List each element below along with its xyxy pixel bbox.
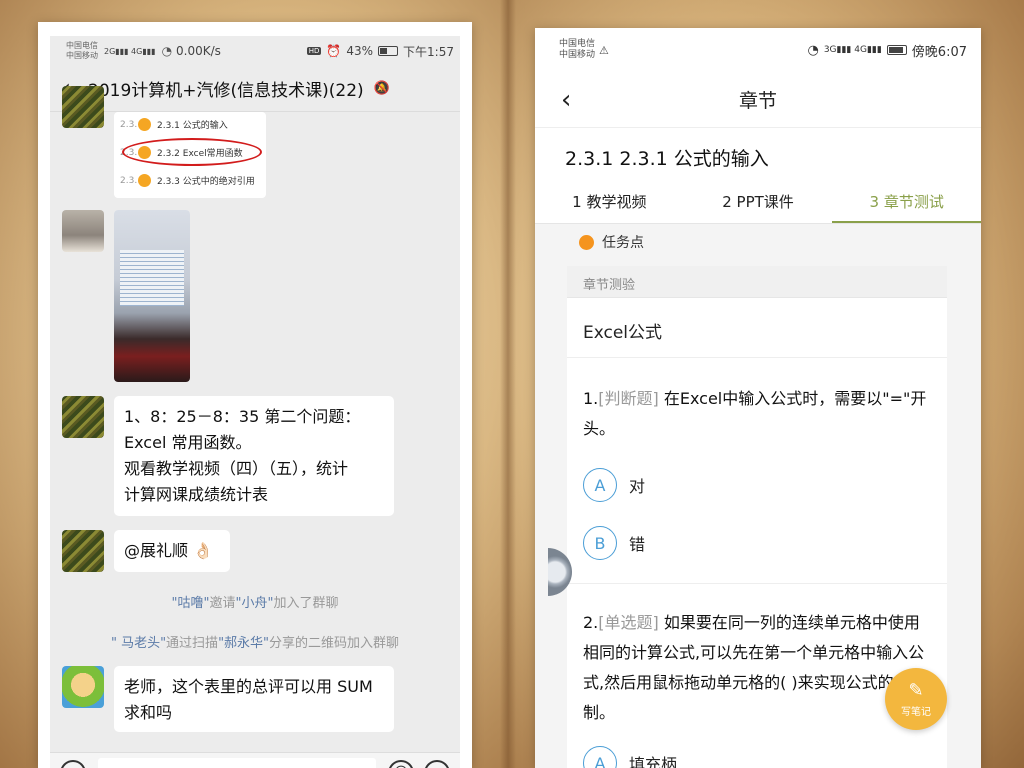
chat-header: ‹ 2019计算机+汽修(信息技术课)(22) 🔕 (50, 66, 460, 112)
voice-icon[interactable]: ◉ (60, 759, 86, 768)
shared-image-chapter-list[interactable]: 2.3. 2.3.1 公式的输入 2.3. 2.3.2 Excel常用函数 2.3.… (114, 112, 266, 198)
alarm-icon: ⏰ (326, 44, 342, 58)
list-item: 2.3. 2.3.1 公式的输入 (120, 118, 228, 131)
carrier-labels: 中国电信 中国移动 (66, 41, 104, 61)
option-letter[interactable]: A (583, 468, 617, 502)
option-text: 错 (629, 535, 646, 554)
message-bubble[interactable]: @展礼顺 👌🏻 (114, 530, 230, 572)
wifi-icon: ◔ (161, 44, 173, 58)
quiz-card-header: 章节测验 (567, 266, 947, 298)
battery-icon (886, 45, 907, 55)
section-title: 2.3.1 2.3.1 公式的输入 (565, 148, 769, 170)
shared-photo-screen[interactable] (114, 210, 190, 382)
carrier-1: 中国电信 (559, 39, 596, 49)
carrier-2: 中国移动 (559, 50, 596, 60)
avatar[interactable] (62, 396, 104, 438)
page-title: 章节 (738, 90, 777, 112)
option-a[interactable]: A 填充柄 (567, 734, 947, 768)
option-letter[interactable]: A (583, 746, 617, 768)
option-letter[interactable]: B (583, 526, 617, 560)
option-text: 填充柄 (629, 755, 678, 768)
tab-teaching-video[interactable]: 1 教学视频 (535, 184, 684, 223)
status-bar: 中国电信 中国移动 2G▮▮▮ 4G▮▮▮ ◔ 0.00K/s HD ⏰ 43%… (50, 36, 460, 66)
tab-bar: 1 教学视频 2 PPT课件 3 章节测试 (535, 184, 981, 224)
list-dot-icon (138, 174, 151, 187)
avatar[interactable] (62, 86, 104, 128)
wifi-icon: ◔ (807, 42, 819, 58)
message-bubble[interactable]: 老师，这个表里的总评可以用 SUM 求和吗 (114, 666, 394, 732)
avatar[interactable] (62, 666, 104, 708)
carrier-labels: 中国电信 中国移动 (559, 39, 595, 61)
right-phone-screenshot: 中国电信 中国移动 ⚠ ◔ 3G▮▮▮ 4G▮▮▮ 傍晚6:07 ‹ 章节 2.… (535, 28, 981, 768)
emoji-icon[interactable]: ☺ (388, 759, 414, 768)
status-bar: 中国电信 中国移动 ⚠ ◔ 3G▮▮▮ 4G▮▮▮ 傍晚6:07 (535, 28, 981, 72)
left-phone-screenshot: 中国电信 中国移动 2G▮▮▮ 4G▮▮▮ ◔ 0.00K/s HD ⏰ 43%… (38, 22, 472, 768)
signal-icon: 2G▮▮▮ 4G▮▮▮ (104, 46, 156, 56)
battery-percent: 43% (346, 44, 374, 58)
clock: 傍晚6:07 (911, 44, 967, 60)
task-point: 任务点 (535, 224, 981, 260)
edit-note-icon: ✎ (908, 679, 924, 701)
message-bubble[interactable]: 1、8：25－8：35 第二个问题： Excel 常用函数。 观看教学视频（四）… (114, 396, 394, 516)
tab-chapter-test[interactable]: 3 章节测试 (832, 184, 981, 223)
chat-screen: 中国电信 中国移动 2G▮▮▮ 4G▮▮▮ ◔ 0.00K/s HD ⏰ 43%… (50, 36, 460, 768)
message-list[interactable]: 2.3. 2.3.1 公式的输入 2.3. 2.3.2 Excel常用函数 2.3.… (50, 86, 460, 752)
hd-icon: HD (306, 47, 322, 55)
message-line: 计算网课成绩统计表 (124, 485, 269, 504)
message-line: 求和吗 (124, 703, 173, 722)
question-1: 1.[判断题] 在Excel中输入公式时，需要以"="开 头。 A 对 B 错 (567, 358, 947, 584)
message-line: 1、8：25－8：35 第二个问题： (124, 407, 361, 426)
back-arrow-icon[interactable]: ‹ (561, 85, 571, 115)
warning-icon: ⚠ (599, 43, 609, 57)
mute-bell-icon: 🔕 (373, 81, 390, 96)
page-header: ‹ 章节 (535, 72, 981, 128)
avatar[interactable] (62, 210, 104, 252)
write-note-button[interactable]: ✎ 写笔记 (885, 668, 947, 730)
clock: 下午1:57 (403, 44, 454, 59)
write-note-label: 写笔记 (901, 706, 931, 718)
list-item: 2.3. 2.3.3 公式中的绝对引用 (120, 174, 255, 187)
option-text: 对 (629, 477, 646, 496)
battery-icon (378, 46, 399, 56)
task-dot-icon (579, 234, 594, 250)
option-a[interactable]: A 对 (567, 456, 947, 514)
signal-icon: 3G▮▮▮ 4G▮▮▮ (823, 45, 882, 55)
carrier-1: 中国电信 (66, 41, 98, 50)
system-message: "咕噜"邀请"小舟"加入了群聊 (171, 596, 339, 611)
book-spine (500, 0, 516, 768)
message-line: Excel 常用函数。 (124, 433, 252, 452)
question-2: 2.[单选题] 如果要在同一列的连续单元格中使用 相同的计算公式,可以先在第一个… (567, 584, 947, 768)
quiz-title: Excel公式 (567, 298, 947, 358)
spreadsheet-in-photo (120, 250, 184, 306)
chat-input-bar: ◉ ☺ + (50, 752, 460, 768)
avatar[interactable] (62, 530, 104, 572)
task-label: 任务点 (602, 235, 644, 251)
option-b[interactable]: B 错 (567, 514, 947, 572)
message-input[interactable] (98, 757, 376, 768)
list-dot-icon (138, 118, 151, 131)
message-line: 观看教学视频（四）（五），统计 (124, 459, 349, 478)
network-speed: 0.00K/s (176, 44, 221, 58)
carrier-2: 中国移动 (66, 51, 98, 60)
group-title: 2019计算机+汽修(信息技术课)(22) (88, 81, 364, 101)
message-text: @展礼顺 👌🏻 (124, 541, 214, 560)
system-message: " 马老头"通过扫描"郝永华"分享的二维码加入群聊 (110, 636, 400, 651)
plus-icon[interactable]: + (424, 759, 450, 768)
tab-ppt-courseware[interactable]: 2 PPT课件 (684, 184, 833, 223)
message-line: 老师，这个表里的总评可以用 SUM (124, 677, 373, 696)
red-circle-annotation (122, 138, 262, 166)
question-text: 1.[判断题] 在Excel中输入公式时，需要以"="开 头。 (583, 389, 927, 438)
